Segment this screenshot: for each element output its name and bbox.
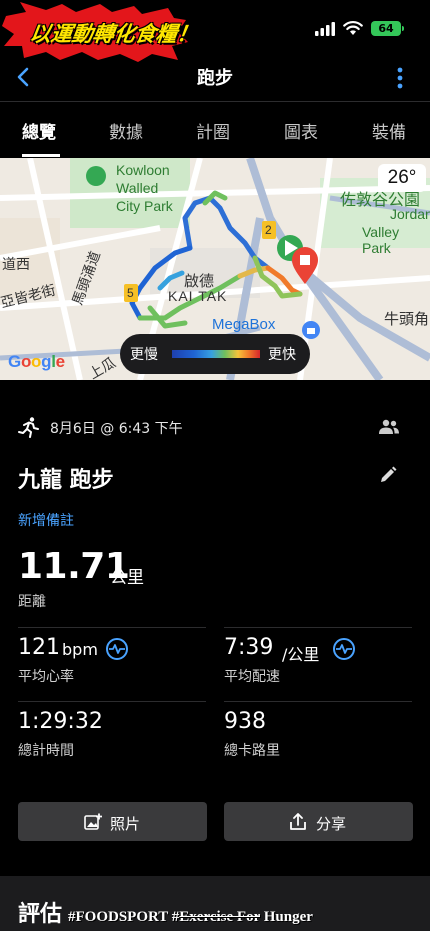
stat-divider: [18, 627, 206, 628]
signal-icon: [315, 22, 335, 36]
map-label: Valley Park: [362, 224, 400, 256]
watermark-part: Exercise For: [179, 909, 260, 925]
add-note-link[interactable]: 新增備註: [18, 510, 74, 530]
avg-pace-unit: /公里: [282, 645, 320, 664]
map-label: 道西: [2, 256, 30, 272]
people-icon[interactable]: [378, 418, 400, 436]
sticker-text: 以運動轉化食糧！: [28, 22, 200, 46]
share-label: 分享: [316, 815, 347, 833]
share-icon: [290, 813, 306, 830]
tab-active-indicator: [22, 154, 60, 157]
route-map[interactable]: Kowloon Walled City Park 啟德 KAI TAK 道西 亞…: [0, 158, 430, 380]
avg-pace-label: 平均配速: [224, 669, 280, 685]
avg-heart-rate-label: 平均心率: [18, 669, 74, 685]
evaluation-title: 評估: [18, 902, 63, 927]
map-label: Kowloon: [116, 162, 170, 178]
running-icon: [18, 417, 39, 438]
tab-overview[interactable]: 總覽: [22, 118, 56, 143]
stat-divider: [18, 701, 206, 702]
pace-legend: 更慢 更快: [120, 334, 310, 374]
map-label: 牛頭角: [384, 311, 430, 328]
nav-divider: [0, 101, 430, 102]
total-time-label: 總計時間: [18, 743, 74, 759]
status-bar: 以運動轉化食糧！ 64: [0, 0, 430, 62]
pace-gradient-bar: [172, 350, 260, 358]
battery-icon: 64: [371, 21, 401, 36]
total-time-value: 1:29:32: [18, 709, 103, 734]
tab-laps[interactable]: 計圈: [196, 118, 230, 143]
legend-slow-label: 更慢: [130, 347, 158, 363]
page-title: 跑步: [197, 68, 233, 89]
tab-bar: 總覽 數據 計圈 圖表 裝備: [0, 104, 430, 158]
share-button[interactable]: 分享: [224, 802, 413, 841]
nav-bar: 跑步: [0, 58, 430, 100]
activity-datetime: 8月6日 @ 6:43 下午: [50, 421, 183, 437]
add-photo-icon: [84, 813, 102, 830]
pace-zone-icon[interactable]: [332, 637, 356, 661]
distance-label: 距離: [18, 594, 46, 610]
add-photo-button[interactable]: 照片: [18, 802, 207, 841]
tab-data[interactable]: 數據: [109, 118, 143, 143]
stat-divider: [224, 701, 412, 702]
temperature-badge: 26°: [378, 164, 426, 192]
kebab-menu-icon[interactable]: [390, 64, 410, 92]
edit-pencil-icon[interactable]: [378, 465, 398, 485]
map-label: Jordan: [390, 206, 430, 222]
map-label: City Park: [116, 198, 173, 214]
map-label: Walled: [116, 180, 159, 196]
watermark-part: #FOODSPORT #: [68, 909, 180, 925]
map-label: KAI TAK: [168, 288, 228, 304]
distance-unit: 公里: [110, 568, 144, 588]
total-calories-label: 總卡路里: [224, 743, 280, 759]
activity-title: 九龍 跑步: [18, 468, 114, 493]
activity-header: 8月6日 @ 6:43 下午: [18, 416, 412, 440]
battery-tip: [402, 26, 404, 31]
avg-pace-value: 7:39: [224, 635, 274, 660]
watermark: #FOODSPORT #Exercise For Hunger: [68, 909, 313, 926]
total-calories-value: 938: [224, 709, 266, 734]
wifi-icon: [343, 21, 363, 35]
map-label: MegaBox: [212, 316, 276, 333]
legend-fast-label: 更快: [268, 347, 296, 363]
avg-heart-rate-value: 121: [18, 635, 60, 660]
google-logo: Google: [8, 352, 65, 371]
km-marker-5: 5: [127, 286, 134, 300]
stat-divider: [224, 627, 412, 628]
add-photo-label: 照片: [110, 815, 141, 833]
heart-rate-zone-icon[interactable]: [105, 637, 129, 661]
avg-heart-rate-unit: bpm: [62, 640, 98, 659]
km-marker-2: 2: [265, 223, 272, 237]
watermark-part: Hunger: [259, 909, 313, 925]
tab-charts[interactable]: 圖表: [284, 118, 318, 143]
tab-gear[interactable]: 裝備: [372, 118, 406, 143]
